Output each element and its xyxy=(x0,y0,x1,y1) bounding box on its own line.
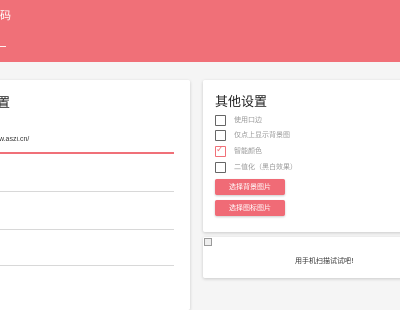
page-header: 码 xyxy=(0,0,400,62)
option-binarize[interactable]: 二值化（黑白效果） xyxy=(215,161,297,173)
url-input[interactable] xyxy=(0,130,177,148)
qr-preview-card: 用手机扫描试试吧! xyxy=(203,237,400,278)
scan-hint-text: 用手机扫描试试吧! xyxy=(295,257,354,265)
field-underline-4[interactable] xyxy=(0,265,174,266)
other-settings-title: 其他设置 xyxy=(215,95,268,110)
checkbox-checked[interactable]: ✓ xyxy=(215,144,226,157)
broken-image-icon xyxy=(204,238,212,246)
option-label: 仅点上显示背景图 xyxy=(234,131,290,139)
option-label: 使用口边 xyxy=(234,116,262,124)
checkbox[interactable] xyxy=(215,114,226,126)
option-label: 二值化（黑白效果） xyxy=(234,163,297,171)
url-input-underline xyxy=(0,152,174,154)
option-label: 智能颜色 xyxy=(234,147,262,155)
settings-card: 置 xyxy=(0,80,190,310)
choose-background-button[interactable]: 选择背景图片 xyxy=(215,179,285,195)
field-underline-3[interactable] xyxy=(0,229,174,230)
other-settings-card: 其他设置 使用口边 仅点上显示背景图 ✓ 智能颜色 二值化（黑白效果） 选择背景… xyxy=(203,80,400,232)
settings-card-title: 置 xyxy=(0,96,11,111)
option-smart-color[interactable]: ✓ 智能颜色 xyxy=(215,145,262,157)
option-background-only[interactable]: 仅点上显示背景图 xyxy=(215,129,290,141)
header-divider xyxy=(0,46,6,47)
checkbox[interactable] xyxy=(215,129,226,141)
field-underline-2[interactable] xyxy=(0,191,174,192)
option-use-border[interactable]: 使用口边 xyxy=(215,114,262,126)
page-title: 码 xyxy=(0,9,11,22)
checkbox[interactable] xyxy=(215,161,226,173)
checkmark-icon: ✓ xyxy=(216,144,224,155)
choose-icon-button[interactable]: 选择图标图片 xyxy=(215,200,285,216)
